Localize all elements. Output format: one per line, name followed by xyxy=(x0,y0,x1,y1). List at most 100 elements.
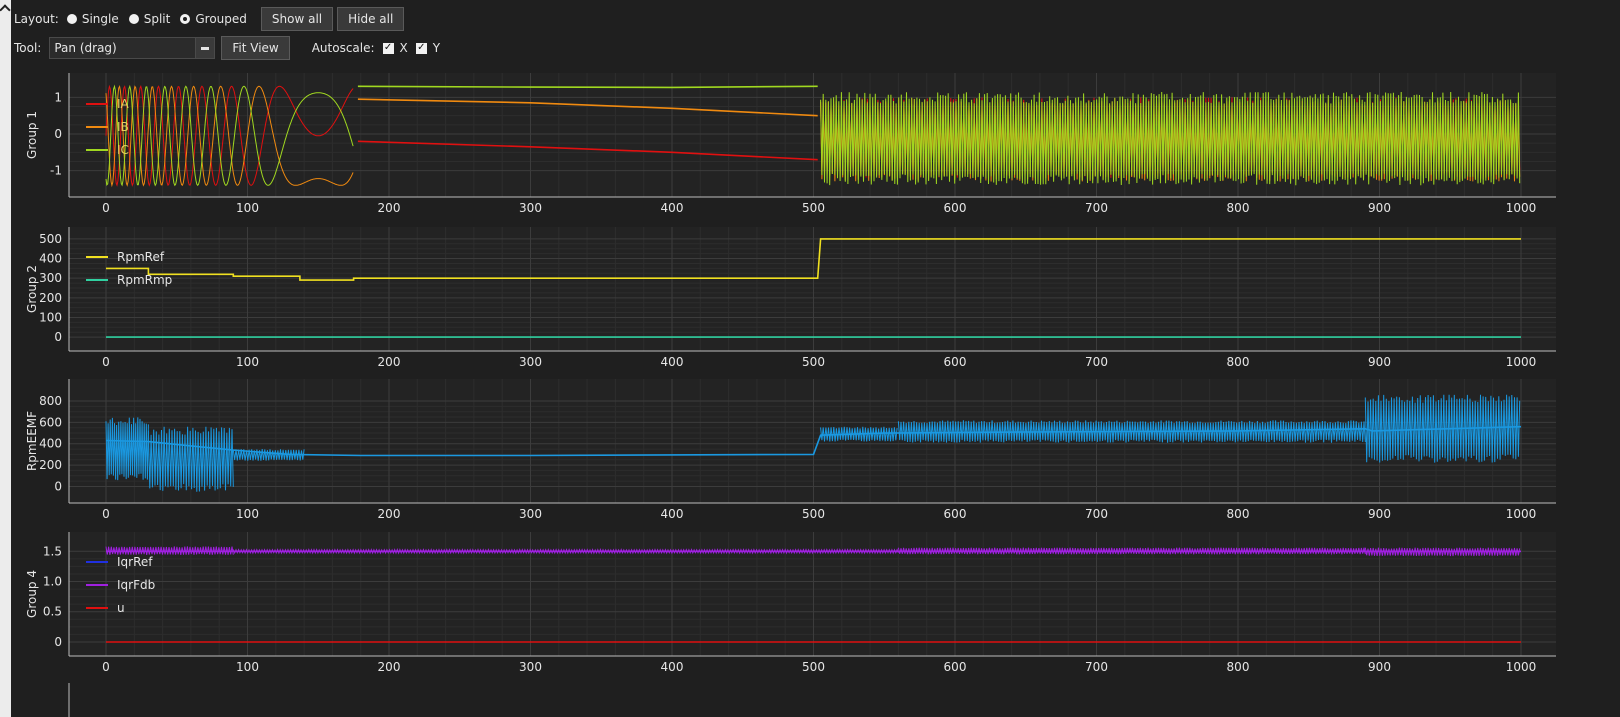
x-tick-label: 300 xyxy=(519,660,542,674)
y-tick-label: 0 xyxy=(54,479,62,493)
y-tick-label: 0 xyxy=(54,635,62,649)
x-tick-label: 200 xyxy=(378,355,401,369)
x-tick-label: 100 xyxy=(236,507,259,521)
collapse-caret-icon[interactable] xyxy=(0,4,11,16)
x-tick-label: 200 xyxy=(378,201,401,215)
x-tick-label: 500 xyxy=(802,507,825,521)
checkbox-checked-icon[interactable]: ✓ xyxy=(382,42,394,54)
chart-panel-3: 0 100 200 300 400 500 600 700 800 900 1000 0 200 400 6… xyxy=(25,379,1556,521)
x-tick-label: 400 xyxy=(661,355,684,369)
plot-area[interactable]: 0 100 200 300 400 500 600 700 800 900 1000-101Grou… xyxy=(11,66,1620,717)
x-tick-label: 600 xyxy=(944,507,967,521)
layout-radio-split[interactable]: Split xyxy=(128,12,171,26)
x-tick-label: 600 xyxy=(944,355,967,369)
layout-radio-grouped-label: Grouped xyxy=(195,12,247,26)
y-tick-label: 1.5 xyxy=(43,544,62,558)
tool-select-value: Pan (drag) xyxy=(54,41,117,55)
checkbox-checked-icon[interactable]: ✓ xyxy=(415,42,427,54)
series-ic-line xyxy=(357,85,818,89)
dropdown-icon[interactable] xyxy=(195,38,215,58)
x-tick-label: 0 xyxy=(102,201,110,215)
x-tick-label: 700 xyxy=(1085,660,1108,674)
legend-label: IqrRef xyxy=(117,555,153,569)
y-tick-label: 800 xyxy=(39,394,62,408)
x-tick-label: 300 xyxy=(519,355,542,369)
x-tick-label: 800 xyxy=(1227,201,1250,215)
radio-selected-icon[interactable] xyxy=(180,14,191,24)
x-tick-label: 800 xyxy=(1227,660,1250,674)
plot-background xyxy=(69,379,1556,503)
layout-radio-grouped[interactable]: Grouped xyxy=(180,12,247,26)
tool-label: Tool: xyxy=(14,41,42,55)
layout-radio-single-label: Single xyxy=(81,12,119,26)
legend-label: u xyxy=(117,601,125,615)
autoscale-y-label: Y xyxy=(432,41,441,55)
x-tick-label: 600 xyxy=(944,660,967,674)
x-tick-label: 700 xyxy=(1085,507,1108,521)
layout-radio-single[interactable]: Single xyxy=(66,12,119,26)
x-tick-label: 1000 xyxy=(1506,660,1537,674)
legend-label: IqrFdb xyxy=(117,578,155,592)
chart-panel-4: 0 100 200 300 400 500 600 700 800 900 1000 0 0.5 1.0 1… xyxy=(25,532,1556,674)
y-tick-label: 400 xyxy=(39,437,62,451)
autoscale-x-label: X xyxy=(399,41,408,55)
y-tick-label: 300 xyxy=(39,271,62,285)
x-tick-label: 900 xyxy=(1368,355,1391,369)
layout-toolbar: Layout: Single Split Grouped Show all Hi… xyxy=(14,6,405,32)
x-tick-label: 200 xyxy=(378,660,401,674)
x-tick-label: 800 xyxy=(1227,507,1250,521)
x-tick-label: 1000 xyxy=(1506,355,1537,369)
x-tick-label: 200 xyxy=(378,507,401,521)
x-tick-label: 700 xyxy=(1085,201,1108,215)
tool-toolbar: Tool: Pan (drag) Fit View Autoscale: ✓ X … xyxy=(14,35,440,61)
y-tick-label: -1 xyxy=(50,164,62,178)
x-tick-label: 900 xyxy=(1368,660,1391,674)
x-tick-label: 1000 xyxy=(1506,201,1537,215)
x-tick-label: 700 xyxy=(1085,355,1108,369)
left-collapse-strip[interactable] xyxy=(0,0,11,717)
tool-select[interactable]: Pan (drag) xyxy=(49,37,216,59)
x-tick-label: 100 xyxy=(236,660,259,674)
show-all-button[interactable]: Show all xyxy=(260,7,334,31)
radio-icon[interactable] xyxy=(128,14,139,24)
x-tick-label: 800 xyxy=(1227,355,1250,369)
x-tick-label: 0 xyxy=(102,355,110,369)
y-tick-label: 500 xyxy=(39,232,62,246)
chart-panel-2: 0 100 200 300 400 500 600 700 800 900 1000 0 100 200 3… xyxy=(25,227,1556,369)
x-tick-label: 600 xyxy=(944,201,967,215)
y-axis-label: Group 2 xyxy=(25,265,39,313)
autoscale-x-checkbox[interactable]: ✓ X xyxy=(382,41,408,55)
legend-label: RpmRef xyxy=(117,250,165,264)
y-tick-label: 0 xyxy=(54,330,62,344)
y-tick-label: 100 xyxy=(39,310,62,324)
legend-label: IA xyxy=(117,97,130,111)
legend-label: IB xyxy=(117,120,129,134)
autoscale-y-checkbox[interactable]: ✓ Y xyxy=(415,41,441,55)
layout-label: Layout: xyxy=(14,12,59,26)
x-tick-label: 1000 xyxy=(1506,507,1537,521)
chart-panel-1: 0 100 200 300 400 500 600 700 800 900 1000 -1 0 1 Grou… xyxy=(25,73,1556,215)
legend-label: RpmRmp xyxy=(117,273,172,287)
autoscale-label: Autoscale: xyxy=(311,41,375,55)
x-tick-label: 400 xyxy=(661,507,684,521)
y-axis-label: Group 1 xyxy=(25,111,39,159)
x-tick-label: 400 xyxy=(661,201,684,215)
layout-radio-split-label: Split xyxy=(143,12,171,26)
x-tick-label: 500 xyxy=(802,660,825,674)
y-axis-label: Group 4 xyxy=(25,570,39,618)
y-tick-label: 0 xyxy=(54,127,62,141)
radio-icon[interactable] xyxy=(66,14,77,24)
y-tick-label: 1.0 xyxy=(43,575,62,589)
legend-label: IC xyxy=(117,143,129,157)
y-tick-label: 1 xyxy=(54,90,62,104)
x-tick-label: 0 xyxy=(102,660,110,674)
y-tick-label: 400 xyxy=(39,252,62,266)
x-tick-label: 500 xyxy=(802,355,825,369)
x-tick-label: 900 xyxy=(1368,507,1391,521)
y-tick-label: 0.5 xyxy=(43,605,62,619)
x-tick-label: 900 xyxy=(1368,201,1391,215)
x-tick-label: 100 xyxy=(236,355,259,369)
hide-all-button[interactable]: Hide all xyxy=(337,7,405,31)
y-axis-label: RpmEEMF xyxy=(25,411,39,471)
fit-view-button[interactable]: Fit View xyxy=(221,36,290,60)
